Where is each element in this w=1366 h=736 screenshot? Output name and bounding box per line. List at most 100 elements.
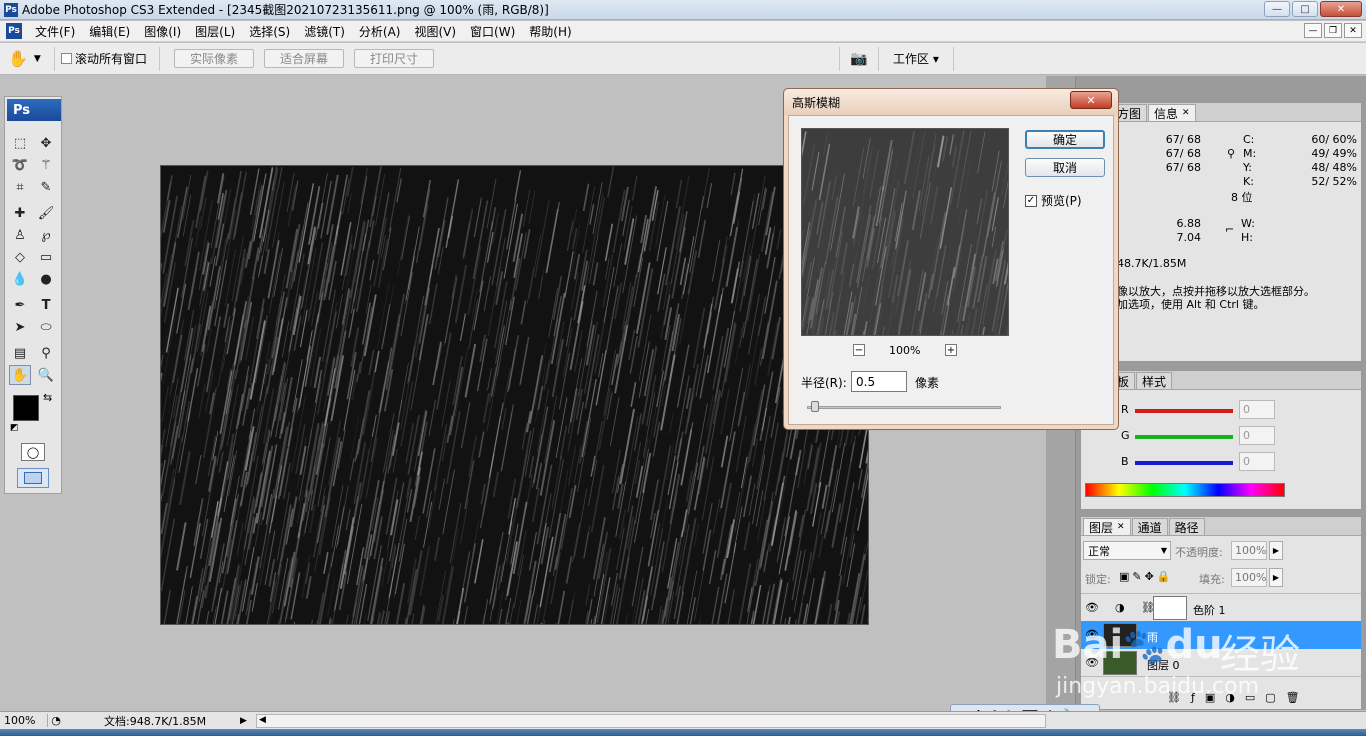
blend-mode-select[interactable]: 正常 ▼ [1083,541,1171,560]
eyedropper-tool-icon[interactable]: ⚲ [35,343,57,363]
menu-window[interactable]: 窗口(W) [463,23,522,40]
color-r-input[interactable]: 0 [1239,400,1275,419]
close-window-button[interactable]: ✕ [1320,1,1362,17]
move-tool-icon[interactable]: ✥ [35,133,57,153]
doc-close-button[interactable]: ✕ [1344,23,1362,38]
opacity-input[interactable]: 100% [1231,541,1267,560]
cancel-button[interactable]: 取消 [1025,158,1105,177]
magic-wand-icon[interactable]: ⚚ [35,155,57,175]
ok-button[interactable]: 确定 [1025,130,1105,149]
dialog-close-button[interactable]: ✕ [1070,91,1112,109]
brush-tool-icon[interactable]: 🖌 [35,203,57,223]
screen-mode-icon[interactable] [17,468,49,488]
layer-row-selected[interactable]: 👁 雨 [1081,621,1361,649]
maximize-button[interactable]: □ [1292,1,1318,17]
radius-slider[interactable] [807,406,1001,409]
slice-tool-icon[interactable]: ✎ [35,177,57,197]
tab-close-icon[interactable]: ✕ [1117,522,1125,532]
crop-tool-icon[interactable]: ⌗ [9,177,31,197]
zoom-tool-icon[interactable]: 🔍 [35,365,57,385]
color-g-input[interactable]: 0 [1239,426,1275,445]
status-icon[interactable]: ◔ [48,714,64,727]
radius-slider-thumb[interactable] [810,401,819,412]
color-b-slider[interactable] [1135,461,1233,465]
actual-pixels-button[interactable]: 实际像素 [174,49,255,68]
workspace-menu[interactable]: 工作区 ▾ [885,50,947,67]
menu-filter[interactable]: 滤镜(T) [297,23,352,40]
tab-info[interactable]: 信息 ✕ [1148,104,1196,121]
clone-stamp-icon[interactable]: ♙ [9,225,31,245]
default-colors-icon[interactable]: ◩ [10,423,19,433]
gradient-tool-icon[interactable]: ▭ [35,247,57,267]
dodge-tool-icon[interactable]: ● [35,269,57,289]
tab-channels[interactable]: 通道 [1131,518,1168,535]
notes-tool-icon[interactable]: ▤ [9,343,31,363]
layer-row[interactable]: 👁 ◑ ⛓ 色阶 1 [1081,593,1361,621]
radius-input[interactable]: 0.5 [851,371,907,392]
minimize-button[interactable]: — [1264,1,1290,17]
zoom-out-button[interactable]: − [853,344,865,356]
tab-layers[interactable]: 图层 ✕ [1083,518,1131,535]
menu-file[interactable]: 文件(F) [28,23,82,40]
dialog-title[interactable]: 高斯模糊 [784,89,1118,115]
lock-icons[interactable]: ▣✎✥🔒 [1119,570,1174,583]
menu-edit[interactable]: 编辑(E) [82,23,137,40]
swap-colors-icon[interactable]: ⇆ [43,391,52,404]
menu-help[interactable]: 帮助(H) [522,23,578,40]
color-r-label: R [1121,403,1129,416]
doc-minimize-button[interactable]: — [1304,23,1322,38]
shape-tool-icon[interactable]: ⬭ [35,317,57,337]
tab-styles[interactable]: 样式 [1136,372,1173,389]
opacity-arrow-icon[interactable]: ▶ [1269,541,1283,560]
tab-close-icon[interactable]: ✕ [1182,108,1190,118]
fill-input[interactable]: 100% [1231,568,1267,587]
fit-screen-button[interactable]: 适合屏幕 [264,49,345,68]
print-size-button[interactable]: 打印尺寸 [354,49,435,68]
color-b-input[interactable]: 0 [1239,452,1275,471]
eye-icon[interactable]: 👁 [1085,656,1099,669]
status-zoom[interactable]: 100% [0,714,48,727]
document-icon[interactable]: Ps [6,23,22,39]
blur-tool-icon[interactable]: 💧 [9,269,31,289]
fill-arrow-icon[interactable]: ▶ [1269,568,1283,587]
eye-icon[interactable]: 👁 [1085,628,1099,641]
scroll-all-checkbox[interactable] [61,53,72,64]
info-m-label: M: [1243,147,1257,160]
marquee-tool-icon[interactable]: ⬚ [9,133,31,153]
eye-icon[interactable]: 👁 [1085,601,1099,614]
info-c-label: C: [1243,133,1255,146]
quick-mask-icon[interactable]: ◯ [21,443,45,461]
menu-layer[interactable]: 图层(L) [188,23,242,40]
history-brush-icon[interactable]: ℘ [35,225,57,245]
horizontal-scrollbar[interactable]: ◀ [256,713,1046,728]
menu-view[interactable]: 视图(V) [407,23,463,40]
healing-brush-icon[interactable]: ✚ [9,203,31,223]
preview-checkbox-row[interactable]: ✓ 预览(P) [1025,192,1082,209]
preview-checkbox[interactable]: ✓ [1025,194,1037,207]
scroll-all-windows[interactable]: 滚动所有窗口 [61,50,147,67]
type-tool-icon[interactable]: T [35,295,57,315]
status-menu-arrow-icon[interactable]: ▶ [240,716,252,726]
hand-tool-preset-icon[interactable]: ✋ ▼ [8,49,48,68]
color-g-slider[interactable] [1135,435,1233,439]
layer-footer-icons[interactable]: ⛓ƒ▣◑▭▢🗑 [1167,691,1310,704]
menu-analysis[interactable]: 分析(A) [352,23,408,40]
zoom-in-button[interactable]: + [945,344,957,356]
document-canvas[interactable] [160,165,869,625]
path-select-icon[interactable]: ➤ [9,317,31,337]
color-r-slider[interactable] [1135,409,1233,413]
pen-tool-icon[interactable]: ✒ [9,295,31,315]
rain-image [161,166,868,624]
color-spectrum-bar[interactable] [1085,483,1285,497]
hand-tool-icon[interactable]: ✋ [9,365,31,385]
eraser-tool-icon[interactable]: ◇ [9,247,31,267]
file-browser-icon[interactable]: 📷 [846,49,872,69]
blur-preview[interactable] [770,128,1069,406]
lasso-tool-icon[interactable]: ➰ [9,155,31,175]
foreground-color-swatch[interactable] [13,395,39,421]
layer-row[interactable]: 👁 图层 0 [1081,649,1361,677]
tab-paths[interactable]: 路径 [1168,518,1205,535]
doc-restore-button[interactable]: ❐ [1324,23,1342,38]
menu-image[interactable]: 图像(I) [137,23,188,40]
menu-select[interactable]: 选择(S) [242,23,297,40]
